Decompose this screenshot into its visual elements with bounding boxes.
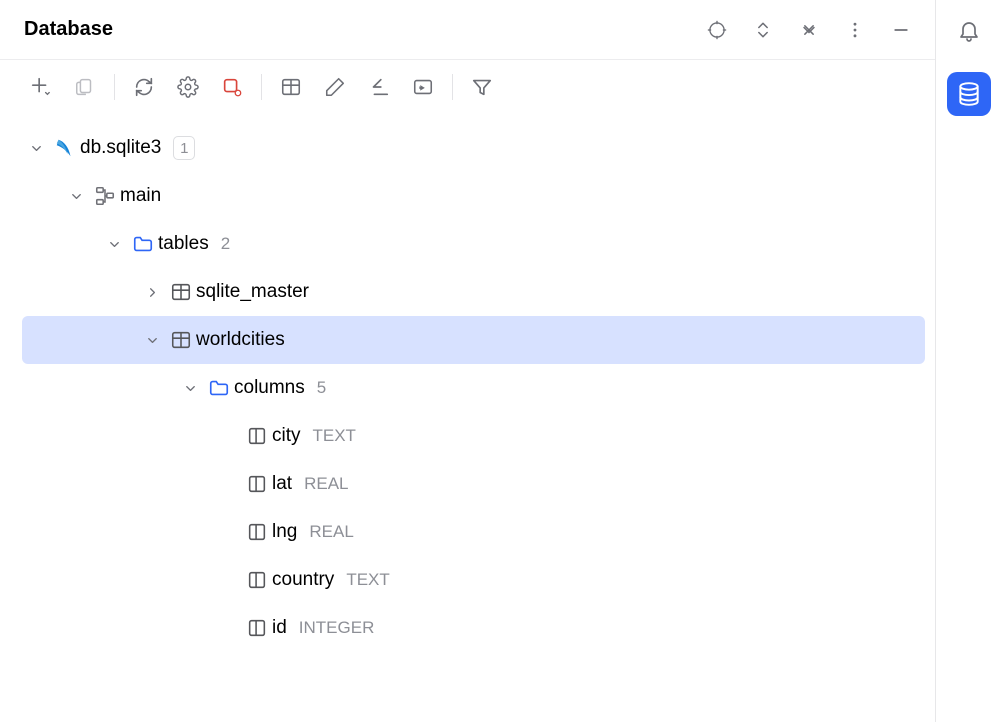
column-type: REAL [304,474,348,494]
tree-node-columns-group[interactable]: columns 5 [0,364,935,412]
database-tree: db.sqlite3 1 main [0,114,935,652]
chevron-right-icon[interactable] [138,285,166,300]
table-icon [166,281,196,303]
chevron-down-icon[interactable] [176,381,204,396]
panel-title: Database [24,18,705,41]
schema-icon [90,185,120,207]
column-icon [242,425,272,447]
table-name: sqlite_master [196,281,309,303]
tree-node-column[interactable]: lat REAL [0,460,935,508]
database-badge: 1 [173,136,195,160]
column-icon [242,473,272,495]
more-icon[interactable] [843,18,867,42]
toolbar [0,60,935,114]
tree-node-table[interactable]: sqlite_master [0,268,935,316]
table-icon [166,329,196,351]
tree-node-column[interactable]: city TEXT [0,412,935,460]
chevron-down-icon[interactable] [22,141,50,156]
folder-icon [204,377,234,399]
column-type: INTEGER [299,618,375,638]
table-view-button[interactable] [278,74,304,100]
column-type: TEXT [313,426,356,446]
columns-group-count: 5 [317,378,326,398]
settings-button[interactable] [175,74,201,100]
column-name: id [272,617,287,639]
tables-group-label: tables [158,233,209,255]
console-button[interactable] [410,74,436,100]
column-name: lng [272,521,297,543]
jump-to-button[interactable] [366,74,392,100]
column-icon [242,617,272,639]
add-button[interactable] [28,74,54,100]
notifications-icon[interactable] [955,16,983,44]
tables-group-count: 2 [221,234,230,254]
tree-node-column[interactable]: lng REAL [0,508,935,556]
tree-node-tables-group[interactable]: tables 2 [0,220,935,268]
column-name: city [272,425,301,447]
column-name: country [272,569,334,591]
database-name: db.sqlite3 [80,137,161,159]
tree-node-database[interactable]: db.sqlite3 1 [0,124,935,172]
table-name: worldcities [196,329,285,351]
right-gutter [936,0,1002,722]
minimize-icon[interactable] [889,18,913,42]
filter-button[interactable] [469,74,495,100]
chevron-down-icon[interactable] [138,333,166,348]
expand-collapse-icon[interactable] [751,18,775,42]
column-name: lat [272,473,292,495]
refresh-button[interactable] [131,74,157,100]
close-icon[interactable] [797,18,821,42]
tree-node-column[interactable]: id INTEGER [0,604,935,652]
database-tool-tile[interactable] [947,72,991,116]
stop-button[interactable] [219,74,245,100]
copy-button[interactable] [72,74,98,100]
column-type: REAL [309,522,353,542]
column-type: TEXT [346,570,389,590]
column-icon [242,569,272,591]
column-icon [242,521,272,543]
sqlite-icon [50,137,80,159]
columns-group-label: columns [234,377,305,399]
folder-icon [128,233,158,255]
chevron-down-icon[interactable] [100,237,128,252]
tree-node-table[interactable]: worldcities [22,316,925,364]
crosshair-icon[interactable] [705,18,729,42]
tree-node-schema[interactable]: main [0,172,935,220]
panel-titlebar: Database [0,0,935,60]
chevron-down-icon[interactable] [62,189,90,204]
tree-node-column[interactable]: country TEXT [0,556,935,604]
edit-button[interactable] [322,74,348,100]
schema-name: main [120,185,161,207]
